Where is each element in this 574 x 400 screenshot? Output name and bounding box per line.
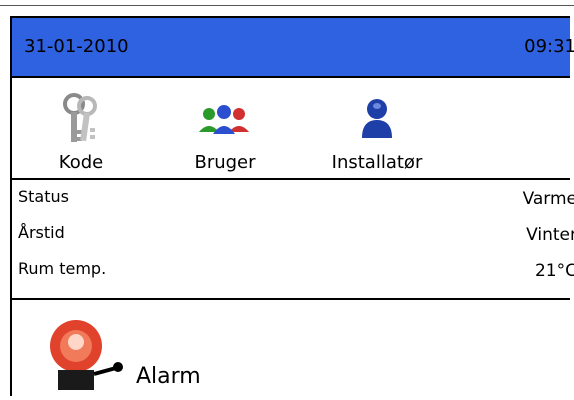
season-row: Årstid Vinter bbox=[12, 218, 574, 248]
date-display: 31-01-2010 bbox=[24, 36, 129, 57]
status-row: Status Varme bbox=[12, 182, 574, 212]
installator-label: Installatør bbox=[331, 152, 423, 173]
user-selection: Kode Bruger Installatør bbox=[12, 78, 570, 180]
bruger-label: Bruger bbox=[194, 152, 256, 173]
status-label: Status bbox=[18, 187, 69, 206]
status-panel: Status Varme Årstid Vinter Rum temp. 21°… bbox=[12, 180, 574, 300]
room-temp-label: Rum temp. bbox=[18, 259, 107, 278]
alarm-label: Alarm bbox=[136, 364, 201, 389]
room-temp-value: 21°C bbox=[534, 261, 574, 281]
alarm-button[interactable]: Alarm bbox=[12, 300, 570, 400]
kode-label: Kode bbox=[58, 152, 104, 173]
control-panel: 31-01-2010 09:31 Kode Bruger Installatør… bbox=[10, 16, 574, 396]
alarm-bell-icon bbox=[50, 320, 123, 390]
users-group-icon bbox=[170, 92, 280, 148]
room-temp-row: Rum temp. 21°C bbox=[12, 254, 574, 284]
bruger-button[interactable]: Bruger bbox=[170, 84, 280, 176]
kode-button[interactable]: Kode bbox=[26, 84, 136, 176]
keys-icon bbox=[26, 92, 136, 148]
status-value: Varme bbox=[522, 189, 574, 209]
time-display: 09:31 bbox=[524, 36, 574, 57]
top-border-line bbox=[0, 0, 574, 6]
header-bar: 31-01-2010 09:31 bbox=[12, 18, 574, 78]
season-label: Årstid bbox=[18, 223, 65, 242]
installator-button[interactable]: Installatør bbox=[312, 84, 442, 176]
installer-user-icon bbox=[312, 92, 442, 148]
season-value: Vinter bbox=[526, 225, 574, 245]
